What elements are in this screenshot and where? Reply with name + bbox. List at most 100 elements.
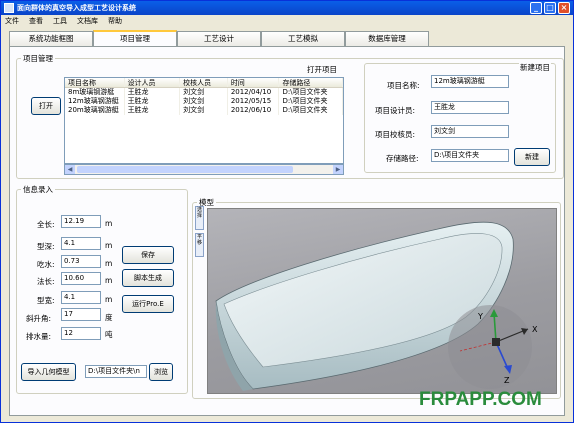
scroll-thumb[interactable]	[77, 166, 293, 173]
cell-path: D:\项目文件夹	[279, 88, 343, 97]
displacement-unit: 吨	[105, 330, 113, 339]
project-name-input[interactable]: 12m玻璃钢游艇	[431, 75, 509, 88]
draft-label: 吃水:	[37, 260, 55, 269]
cell-checker: 刘文剑	[180, 106, 228, 115]
length-input[interactable]: 12.19	[61, 215, 101, 228]
cell-project-name: 8m玻璃钢游艇	[65, 88, 125, 97]
title-bar: 面向群体的真空导入成型工艺设计系统 _ □ ×	[1, 1, 573, 15]
cell-checker: 刘文剑	[180, 88, 228, 97]
project-table[interactable]: 项目名称 设计人员 校核人员 时间 存储路径 8m玻璃钢游艇 王胜龙 刘文剑 2…	[64, 77, 344, 164]
y-axis-label: Y	[477, 312, 483, 321]
project-name-label: 项目名称:	[387, 81, 420, 90]
save-button[interactable]: 保存	[122, 246, 174, 264]
deadrise-input[interactable]: 17	[61, 308, 101, 321]
designer-label: 项目设计员:	[375, 106, 416, 115]
length-label: 全长:	[37, 220, 55, 229]
draft-input[interactable]: 0.73	[61, 255, 101, 268]
table-row[interactable]: 12m玻璃钢游艇 王胜龙 刘文剑 2012/05/15 D:\项目文件夹	[65, 97, 343, 106]
waterline-length-unit: m	[105, 276, 113, 285]
import-path-input[interactable]: D:\项目文件夹\n	[85, 365, 147, 378]
tab-process-design[interactable]: 工艺设计	[177, 31, 261, 46]
length-unit: m	[105, 219, 113, 228]
watermark: FRPAPP.COM	[419, 389, 542, 410]
beam-label: 型宽:	[37, 296, 55, 305]
beam-unit: m	[105, 295, 113, 304]
tab-strip: 系统功能框图 项目管理 工艺设计 工艺模拟 数据库管理	[9, 30, 429, 46]
main-window: 面向群体的真空导入成型工艺设计系统 _ □ × 文件 查看 工具 文档库 帮助 …	[0, 0, 574, 423]
path-label: 存储路径:	[386, 154, 419, 163]
scroll-right-icon[interactable]: ▶	[333, 165, 343, 174]
select-tool-label: 选择	[196, 207, 202, 219]
column-header[interactable]: 存储路径	[279, 78, 343, 87]
deadrise-unit: 度	[105, 313, 113, 322]
menu-bar: 文件 查看 工具 文档库 帮助	[1, 15, 573, 27]
menu-file[interactable]: 文件	[5, 15, 19, 27]
tab-system-diagram[interactable]: 系统功能框图	[9, 31, 93, 46]
menu-help[interactable]: 帮助	[108, 15, 122, 27]
app-icon	[4, 3, 14, 13]
waterline-length-label: 法长:	[37, 277, 55, 286]
beam-input[interactable]: 4.1	[61, 291, 101, 304]
tab-project-management[interactable]: 项目管理	[93, 30, 177, 46]
pan-tool-button[interactable]: 平移	[195, 233, 204, 257]
draft-unit: m	[105, 259, 113, 268]
maximize-button[interactable]: □	[544, 2, 556, 14]
displacement-label: 排水量:	[26, 332, 52, 341]
path-input[interactable]: D:\项目文件夹	[431, 149, 509, 162]
column-header[interactable]: 校核人员	[180, 78, 228, 87]
depth-label: 型深:	[37, 242, 55, 251]
open-project-label: 打开项目	[307, 65, 337, 74]
cell-project-name: 20m玻璃钢游艇	[65, 106, 125, 115]
browse-button[interactable]: 浏览	[149, 363, 173, 381]
cell-designer: 王胜龙	[125, 88, 181, 97]
cell-designer: 王胜龙	[125, 106, 181, 115]
z-axis-label: Z	[504, 376, 510, 385]
cell-path: D:\项目文件夹	[279, 97, 343, 106]
model-viewport[interactable]: X Y Z	[207, 208, 557, 394]
close-button[interactable]: ×	[558, 2, 570, 14]
run-proe-button[interactable]: 运行Pro.E	[122, 295, 174, 313]
menu-tools[interactable]: 工具	[53, 15, 67, 27]
depth-unit: m	[105, 241, 113, 250]
designer-input[interactable]: 王胜龙	[431, 101, 509, 114]
checker-label: 项目校核员:	[375, 130, 416, 139]
info-entry-legend: 信息录入	[23, 185, 53, 194]
cell-designer: 王胜龙	[125, 97, 181, 106]
cell-path: D:\项目文件夹	[279, 106, 343, 115]
displacement-input[interactable]: 12	[61, 327, 101, 340]
table-header: 项目名称 设计人员 校核人员 时间 存储路径	[65, 78, 343, 88]
pan-tool-label: 平移	[196, 234, 202, 246]
import-geometry-button[interactable]: 导入几何模型	[21, 363, 76, 381]
checker-input[interactable]: 刘文剑	[431, 125, 509, 138]
menu-docs[interactable]: 文档库	[77, 15, 98, 27]
boat-hull-model: X Y Z	[215, 221, 538, 391]
waterline-length-input[interactable]: 10.60	[61, 272, 101, 285]
column-header[interactable]: 设计人员	[125, 78, 181, 87]
model-toolbar: 选择 平移	[195, 206, 205, 260]
cell-checker: 刘文剑	[180, 97, 228, 106]
cell-date: 2012/04/10	[228, 88, 280, 97]
cell-project-name: 12m玻璃钢游艇	[65, 97, 125, 106]
generate-script-button[interactable]: 脚本生成	[122, 269, 174, 287]
column-header[interactable]: 项目名称	[65, 78, 125, 87]
minimize-button[interactable]: _	[530, 2, 542, 14]
cell-date: 2012/06/10	[228, 106, 280, 115]
project-management-legend: 项目管理	[23, 54, 53, 63]
new-project-title: 新建项目	[519, 62, 551, 73]
table-horizontal-scrollbar[interactable]: ◀ ▶	[64, 164, 344, 175]
tab-database-management[interactable]: 数据库管理	[345, 31, 429, 46]
column-header[interactable]: 时间	[228, 78, 280, 87]
table-row[interactable]: 20m玻璃钢游艇 王胜龙 刘文剑 2012/06/10 D:\项目文件夹	[65, 106, 343, 115]
tab-process-simulation[interactable]: 工艺模拟	[261, 31, 345, 46]
create-project-button[interactable]: 新建	[514, 148, 550, 166]
orientation-sphere	[448, 305, 532, 389]
menu-view[interactable]: 查看	[29, 15, 43, 27]
x-axis-label: X	[532, 325, 538, 334]
depth-input[interactable]: 4.1	[61, 237, 101, 250]
deadrise-label: 斜升角:	[26, 314, 52, 323]
cell-date: 2012/05/15	[228, 97, 280, 106]
select-tool-button[interactable]: 选择	[195, 206, 204, 230]
table-row[interactable]: 8m玻璃钢游艇 王胜龙 刘文剑 2012/04/10 D:\项目文件夹	[65, 88, 343, 97]
open-button[interactable]: 打开	[31, 97, 61, 115]
scroll-left-icon[interactable]: ◀	[65, 165, 75, 174]
